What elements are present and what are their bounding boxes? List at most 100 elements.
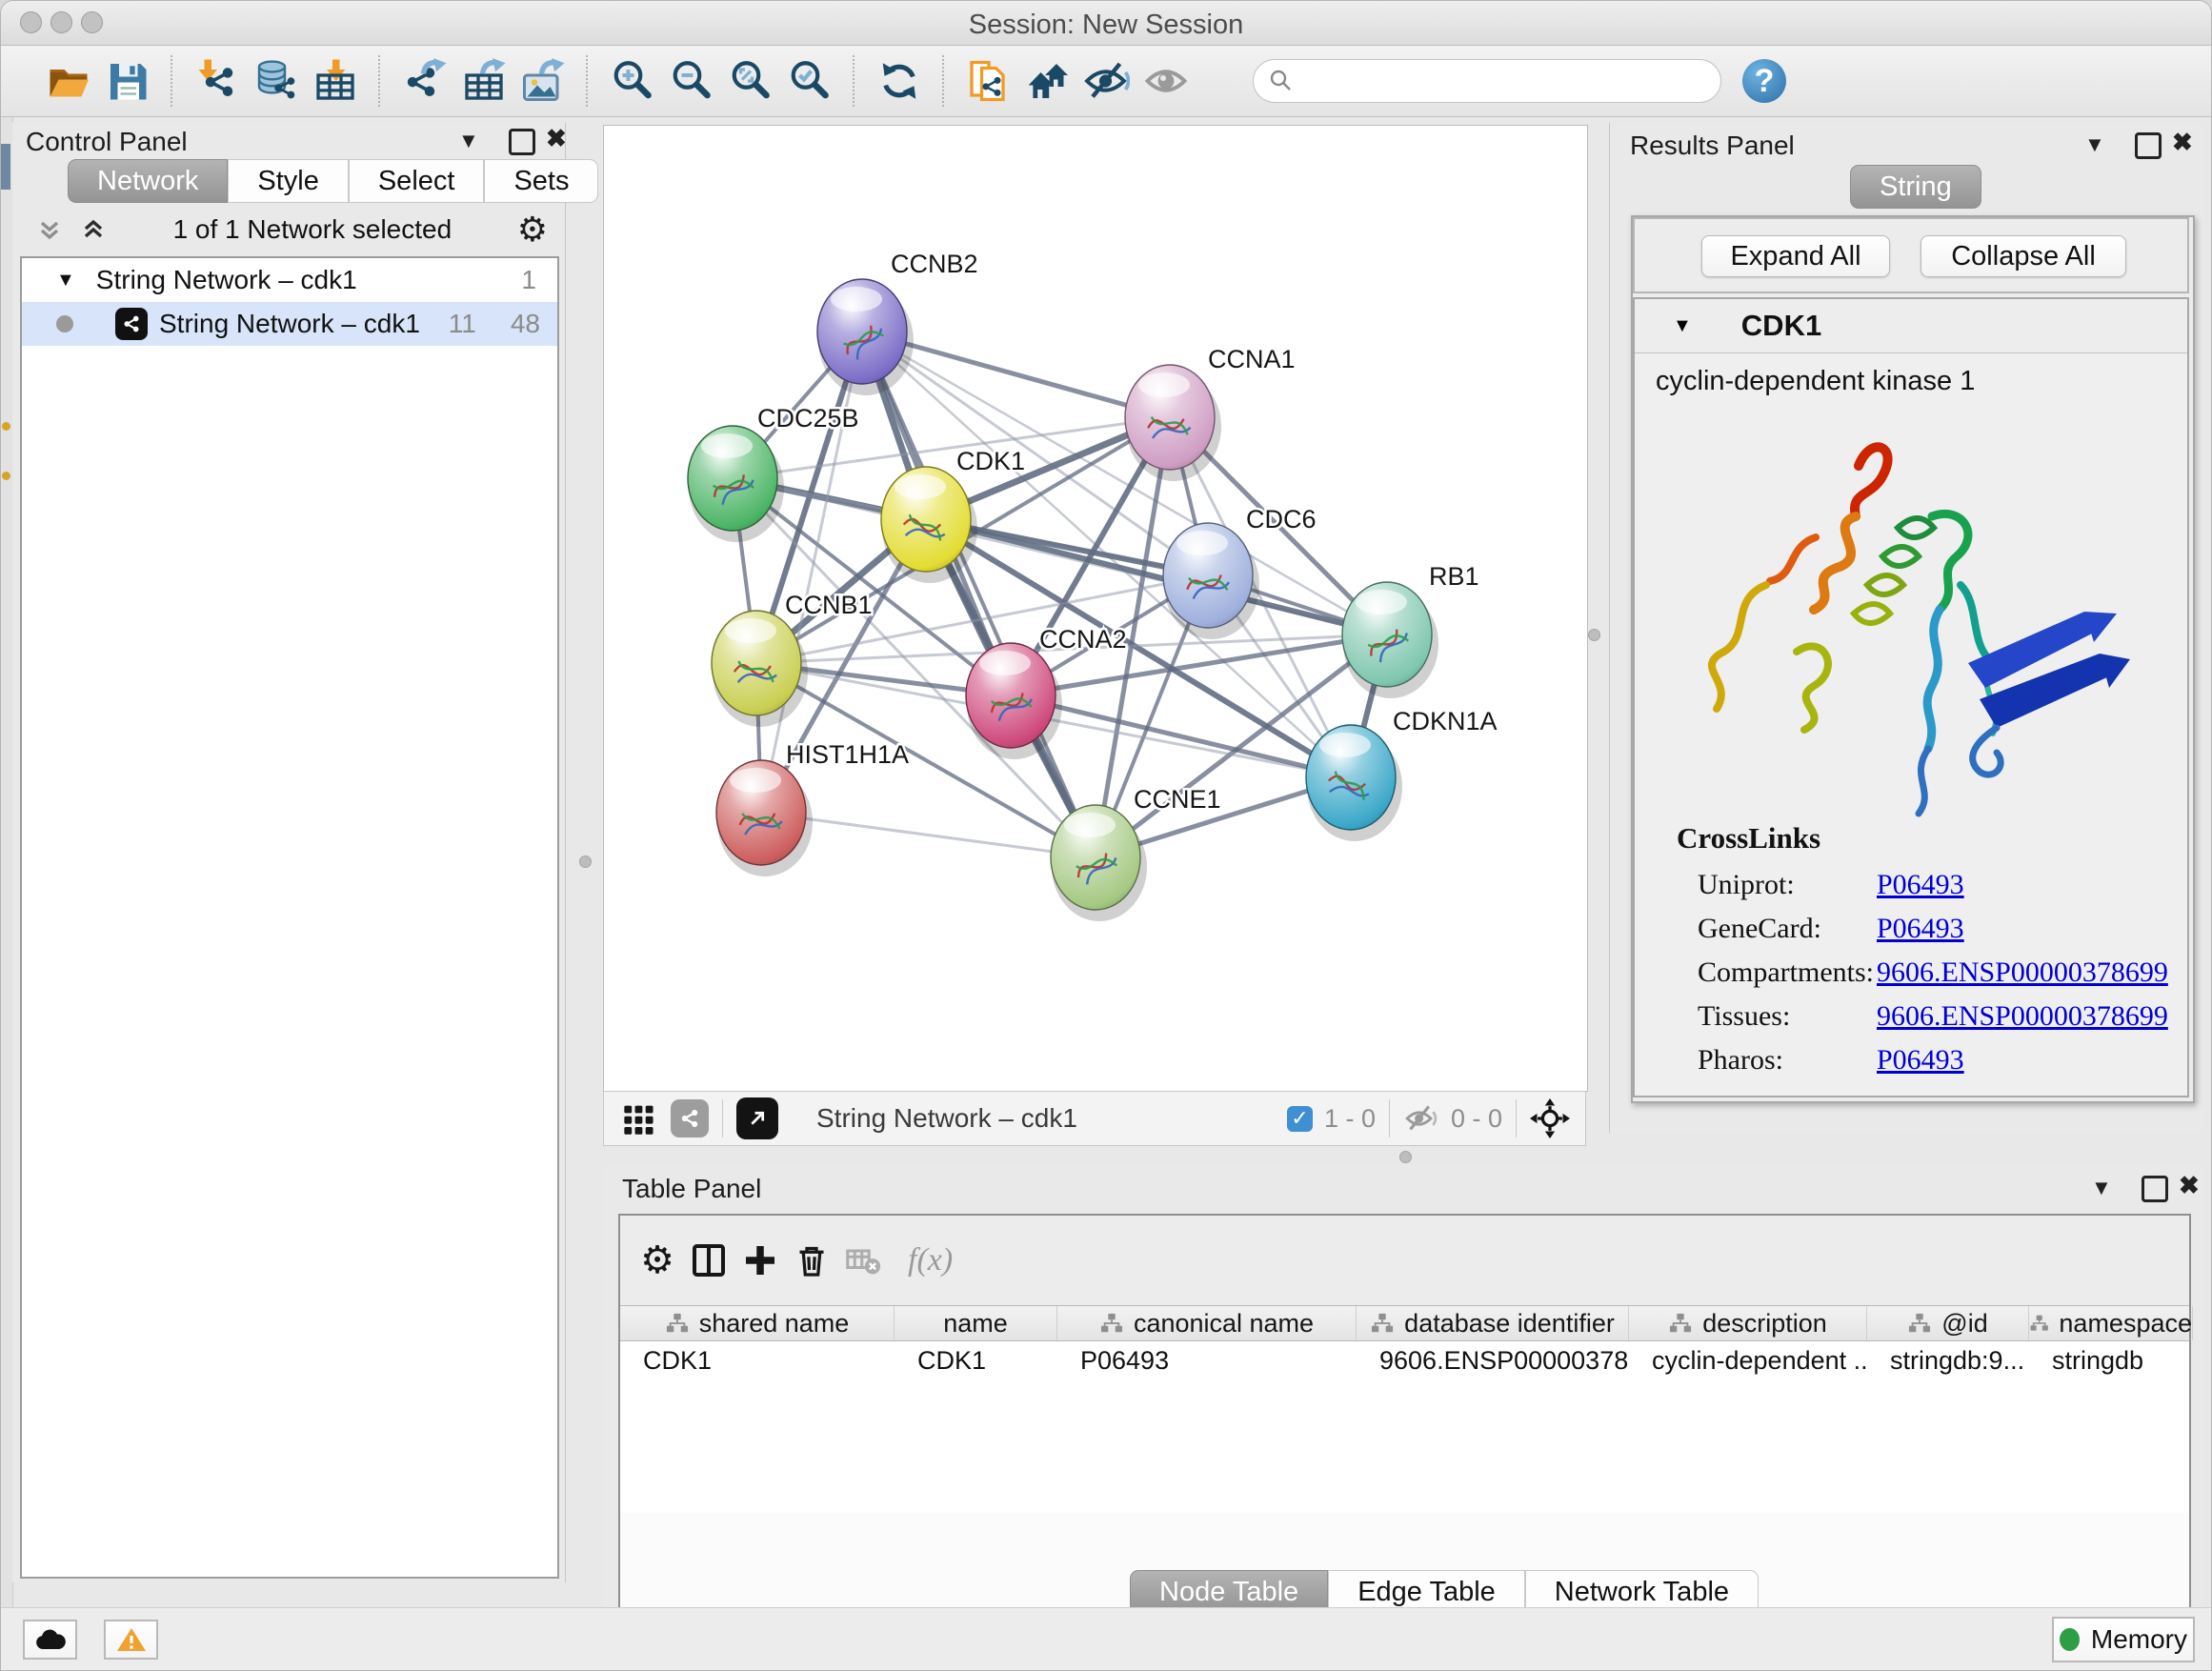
panel-menu-icon[interactable]: ▼ <box>458 129 479 153</box>
table-cell[interactable]: 9606.ENSP00000378699 <box>1357 1341 1629 1379</box>
network-node-HIST1H1A[interactable]: HIST1H1A <box>716 740 909 876</box>
column-header-name[interactable]: name <box>895 1306 1057 1340</box>
table-cell[interactable]: stringdb <box>2029 1341 2193 1379</box>
toolbar-separator <box>942 55 946 107</box>
network-edge[interactable] <box>862 332 1096 857</box>
network-list: ▼ String Network – cdk1 1 String Network… <box>20 256 559 1579</box>
panel-float-icon[interactable] <box>2135 132 2162 159</box>
export-image-icon[interactable] <box>513 51 573 111</box>
import-table-icon[interactable] <box>306 51 365 111</box>
panel-close-icon[interactable]: ✖ <box>546 126 567 151</box>
crosslink-link[interactable]: 9606.ENSP00000378699 <box>1877 1000 2168 1033</box>
crosslink-link[interactable]: P06493 <box>1877 913 1964 945</box>
selected-count: 1 - 0 <box>1324 1104 1376 1134</box>
show-all-icon[interactable] <box>1136 51 1196 111</box>
network-view-icon[interactable] <box>671 1099 709 1137</box>
hide-selection-icon[interactable] <box>1077 51 1136 111</box>
tab-style[interactable]: Style <box>228 159 348 203</box>
crosslink-link[interactable]: P06493 <box>1877 869 1964 901</box>
apply-layout-icon[interactable] <box>870 51 929 111</box>
function-builder-icon[interactable]: f(x) <box>908 1242 953 1278</box>
tab-select[interactable]: Select <box>349 159 485 203</box>
network-node-RB1[interactable]: RB1 <box>1342 562 1479 698</box>
results-tab-string[interactable]: String <box>1850 165 1981 209</box>
export-network-icon[interactable] <box>395 51 454 111</box>
zoom-selected-icon[interactable] <box>780 51 839 111</box>
delete-table-icon[interactable] <box>837 1235 889 1286</box>
create-column-icon[interactable] <box>734 1235 786 1286</box>
table-cell[interactable]: CDK1 <box>620 1341 895 1379</box>
save-session-icon[interactable] <box>98 51 157 111</box>
column-header-database-identifier[interactable]: database identifier <box>1357 1306 1629 1340</box>
open-session-icon[interactable] <box>39 51 98 111</box>
toolbar-separator <box>378 55 382 107</box>
network-collection-row[interactable]: ▼ String Network – cdk1 1 <box>22 258 557 302</box>
network-canvas[interactable]: CCNB2CCNA1CDC25BCDK1CDC6RB1CCNB1CCNA2CDK… <box>603 125 1588 1092</box>
panel-close-icon[interactable]: ✖ <box>2172 130 2193 154</box>
column-header-namespace[interactable]: namespace <box>2029 1306 2193 1340</box>
selected-checkbox-icon[interactable]: ✓ <box>1287 1106 1313 1132</box>
collapse-all-icon[interactable] <box>35 215 64 244</box>
splitter-handle-left[interactable] <box>579 856 592 868</box>
zoom-fit-icon[interactable] <box>721 51 780 111</box>
panel-menu-icon[interactable]: ▼ <box>2084 132 2105 157</box>
panel-menu-icon[interactable]: ▼ <box>2091 1176 2112 1200</box>
expand-all-icon[interactable] <box>79 215 108 244</box>
panel-float-icon[interactable] <box>2142 1176 2168 1202</box>
edge-fragment <box>2 472 10 480</box>
column-header-canonical-name[interactable]: canonical name <box>1057 1306 1357 1340</box>
node-label: CDK1 <box>956 447 1025 475</box>
network-view-toolbar: String Network – cdk1 ✓ 1 - 0 0 - 0 <box>603 1091 1586 1146</box>
warning-button[interactable] <box>104 1620 158 1660</box>
panel-float-icon[interactable] <box>509 129 535 155</box>
export-table-icon[interactable] <box>454 51 513 111</box>
panel-close-icon[interactable]: ✖ <box>2179 1173 2200 1198</box>
gene-section-header[interactable]: ▼ CDK1 <box>1635 299 2187 353</box>
expand-all-button[interactable]: Expand All <box>1701 235 1890 277</box>
cloud-button[interactable] <box>23 1620 77 1660</box>
gear-icon[interactable]: ⚙ <box>517 212 548 247</box>
column-header-description[interactable]: description <box>1629 1306 1867 1340</box>
search-field[interactable] <box>1253 59 1721 103</box>
help-button[interactable]: ? <box>1742 59 1786 103</box>
new-network-from-selection-icon[interactable] <box>959 51 1018 111</box>
import-network-icon[interactable] <box>188 51 247 111</box>
zoom-in-icon[interactable] <box>603 51 662 111</box>
table-row[interactable]: CDK1CDK1P064939606.ENSP00000378699cyclin… <box>620 1341 2189 1379</box>
table-settings-gear-icon[interactable]: ⚙ <box>632 1235 683 1286</box>
tab-network[interactable]: Network <box>68 159 228 203</box>
delete-column-trash-icon[interactable] <box>786 1235 837 1286</box>
splitter-handle-bottom[interactable] <box>1399 1151 1412 1163</box>
birds-eye-view-icon[interactable] <box>736 1097 778 1139</box>
crosslink-link[interactable]: P06493 <box>1877 1044 1964 1077</box>
column-header-shared-name[interactable]: shared name <box>620 1306 895 1340</box>
title-bar: Session: New Session <box>1 1 2211 46</box>
table-cell[interactable]: cyclin-dependent ... <box>1629 1341 1867 1379</box>
table-cell[interactable]: stringdb:9... <box>1867 1341 2029 1379</box>
import-network-database-icon[interactable] <box>247 51 306 111</box>
network-node-CDKN1A[interactable]: CDKN1A <box>1306 707 1498 841</box>
network-row-label: String Network – cdk1 <box>159 309 420 339</box>
collapse-all-button[interactable]: Collapse All <box>1920 235 2126 277</box>
column-header-id[interactable]: @id <box>1867 1306 2029 1340</box>
crosslink-link[interactable]: 9606.ENSP00000378699 <box>1877 956 2168 989</box>
table-cell[interactable]: CDK1 <box>895 1341 1057 1379</box>
network-node-CCNB2[interactable]: CCNB2 <box>817 250 978 395</box>
strip-separator <box>722 1099 723 1137</box>
tab-sets[interactable]: Sets <box>484 159 598 203</box>
search-input[interactable] <box>1294 66 1698 97</box>
section-expander-icon[interactable]: ▼ <box>1673 315 1692 337</box>
network-node-CCNE1[interactable]: CCNE1 <box>1051 785 1221 921</box>
grid-view-icon[interactable] <box>621 1100 657 1137</box>
splitter-handle-right[interactable] <box>1588 629 1600 641</box>
network-row-selected[interactable]: String Network – cdk1 11 48 <box>22 302 557 346</box>
network-node-CCNA1[interactable]: CCNA1 <box>1125 345 1296 481</box>
pan-crosshair-icon[interactable] <box>1530 1098 1570 1138</box>
first-neighbors-icon[interactable] <box>1018 51 1077 111</box>
zoom-out-icon[interactable] <box>662 51 721 111</box>
show-columns-icon[interactable] <box>683 1235 734 1286</box>
network-node-CDC6[interactable]: CDC6 <box>1163 505 1317 639</box>
memory-button[interactable]: Memory <box>2052 1617 2195 1662</box>
tree-expander-icon[interactable]: ▼ <box>56 270 75 292</box>
table-cell[interactable]: P06493 <box>1057 1341 1357 1379</box>
